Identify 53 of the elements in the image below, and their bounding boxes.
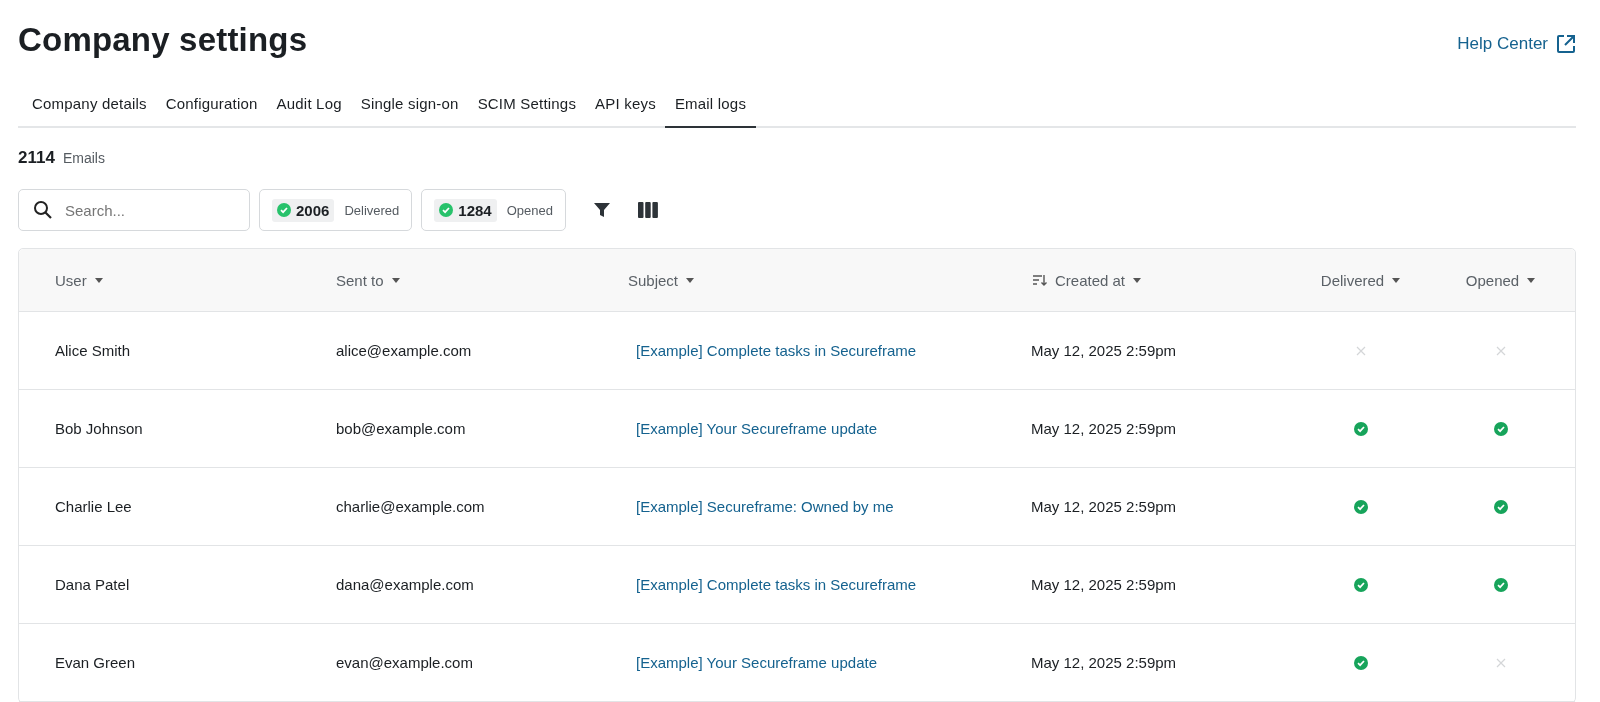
page-title: Company settings [18,21,308,59]
recipient-email: alice@example.com [336,342,472,359]
recipient-email: evan@example.com [336,654,473,671]
tab[interactable]: Audit Log [266,80,352,128]
column-header[interactable]: Created at [1033,271,1142,289]
check-circle-icon [277,203,291,217]
caret-icon [94,277,103,283]
user-name: Evan Green [55,654,136,671]
caret-icon [1527,277,1536,283]
tab[interactable]: Single sign-on [350,80,469,128]
subject-link[interactable]: [Example] Your Secureframe update [636,654,877,671]
caret-icon [391,277,400,283]
subject-link[interactable]: [Example] Complete tasks in Secureframe [636,576,917,593]
created-date: May 12, 2025 2:59pm [1031,576,1177,593]
recipient-email: bob@example.com [336,420,466,437]
column-header[interactable]: Opened [1465,271,1536,289]
user-name: Dana Patel [55,576,130,593]
column-header[interactable]: Delivered [1320,271,1401,289]
subject-link[interactable]: [Example] Secureframe: Owned by me [636,498,894,515]
subject-link[interactable]: [Example] Your Secureframe update [636,420,877,437]
status-filter-button[interactable]: 1284 Opened [421,189,566,231]
caret-icon [1133,277,1142,283]
subject-link[interactable]: [Example] Complete tasks in Secureframe [636,342,917,359]
tab[interactable]: Company details [22,80,157,128]
search-icon [33,200,53,220]
tab[interactable]: SCIM Settings [467,80,587,128]
user-name: Bob Johnson [55,420,143,437]
email-count: 2114 [18,148,55,168]
help-center-link[interactable]: Help Center [1457,34,1576,54]
caret-icon [1392,277,1401,283]
column-header[interactable]: User [55,271,103,289]
filter-icon[interactable] [592,201,611,219]
sort-icon [1033,274,1047,286]
user-name: Charlie Lee [55,498,132,515]
created-date: May 12, 2025 2:59pm [1031,342,1177,359]
columns-icon[interactable] [637,202,658,218]
column-header[interactable]: Subject [628,271,695,289]
column-header[interactable]: Sent to [336,271,400,289]
tab[interactable]: API keys [585,80,666,128]
email-count-label: Emails [62,150,105,166]
tab[interactable]: Email logs [664,80,757,128]
recipient-email: dana@example.com [336,576,474,593]
created-date: May 12, 2025 2:59pm [1031,654,1177,671]
created-date: May 12, 2025 2:59pm [1031,498,1177,515]
status-filter-button[interactable]: 2006 Delivered [259,189,413,231]
user-name: Alice Smith [55,342,131,359]
recipient-email: charlie@example.com [336,498,485,515]
created-date: May 12, 2025 2:59pm [1031,420,1177,437]
external-link-icon [1556,34,1576,54]
check-circle-icon [439,203,454,217]
search-field[interactable]: Search... [18,189,250,231]
tab[interactable]: Configuration [155,80,268,128]
caret-icon [686,277,695,283]
